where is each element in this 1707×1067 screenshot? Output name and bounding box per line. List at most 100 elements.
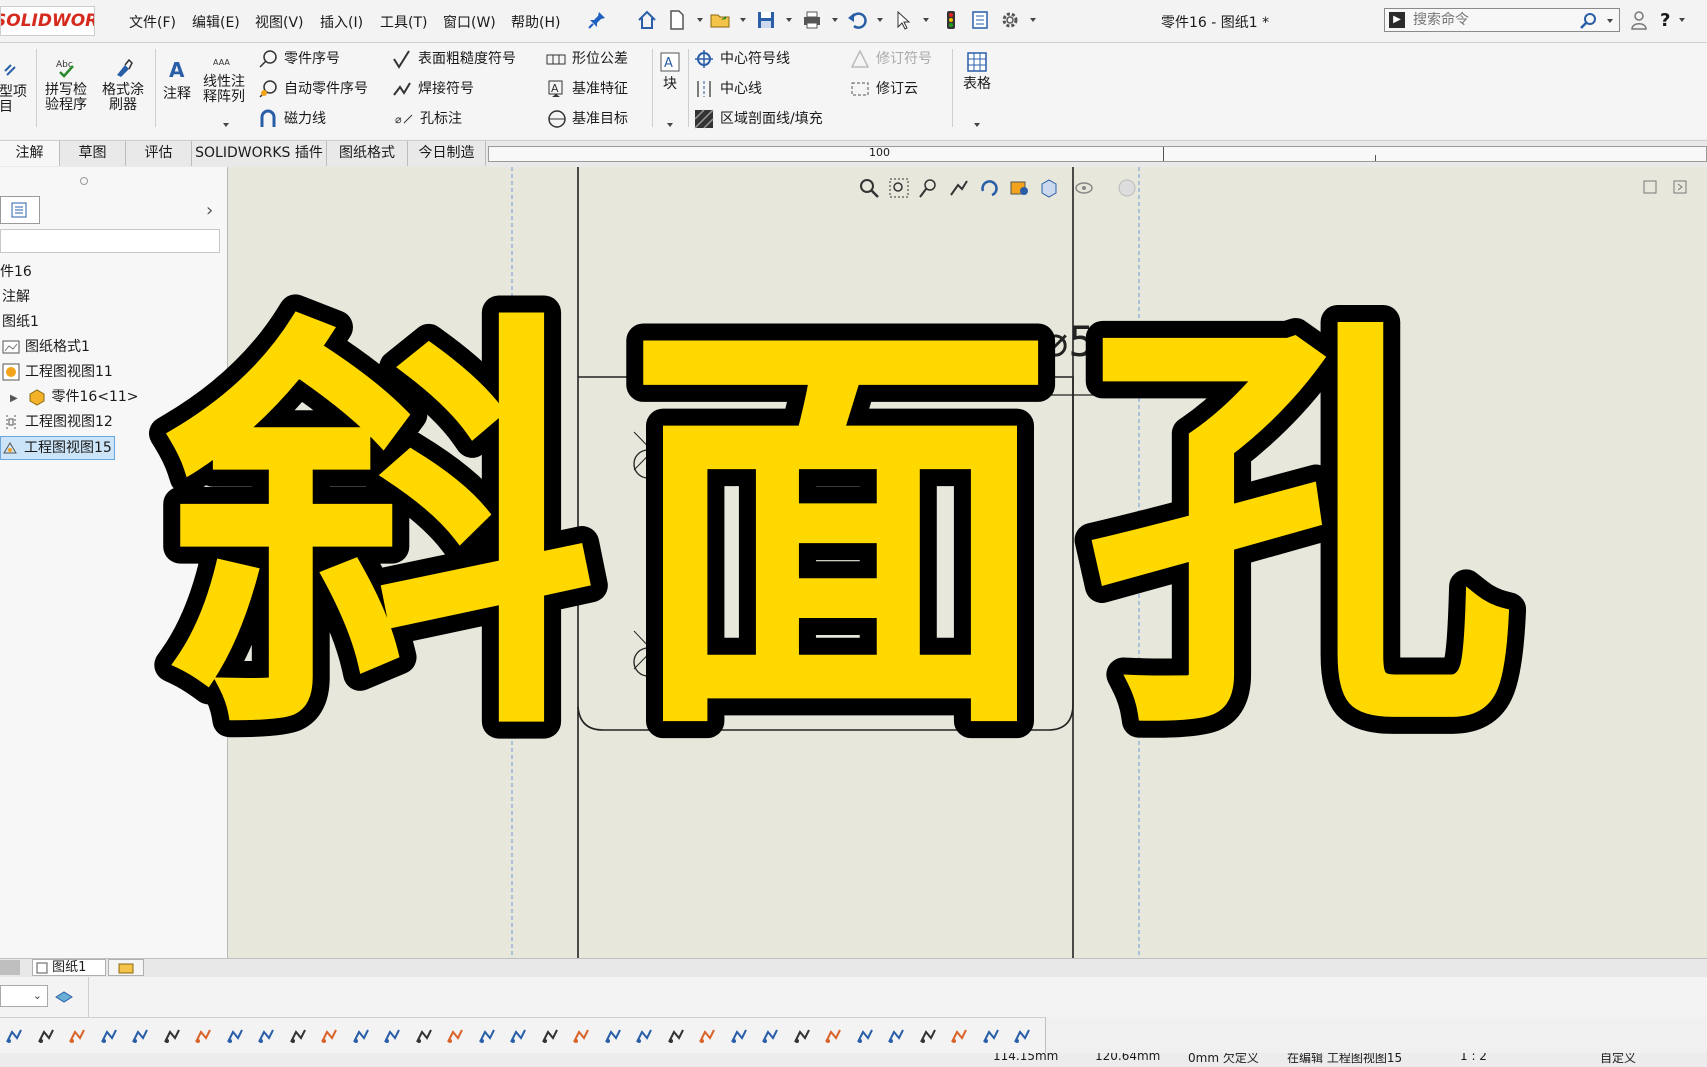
search-icon[interactable] [1580,12,1597,29]
tree-item-part16[interactable]: ▶ 零件16<11> [10,386,139,408]
file-properties-icon[interactable] [969,9,991,31]
center-mark-button[interactable]: 中心符号线 [694,47,790,71]
tab-annotation[interactable]: 注解 [0,141,60,166]
balloon-button[interactable]: 零件序号 [258,47,340,71]
hide-show-items-icon[interactable] [1073,177,1095,199]
select-icon[interactable] [36,1026,56,1046]
spline-icon[interactable] [288,1026,308,1046]
menu-help[interactable]: 帮助(H) [511,12,560,32]
surface-finish-icon[interactable] [540,1026,560,1046]
tab-manufacturing[interactable]: 今日制造 [408,141,486,166]
revision-cloud-button[interactable]: 修订云 [850,77,918,101]
balloon-icon[interactable] [697,1026,717,1046]
centerline-button[interactable]: 中心线 [694,77,762,101]
smart-dimension-icon[interactable] [99,1026,119,1046]
tree-root[interactable]: 件16 [0,261,32,283]
weld-symbol-button[interactable]: 焊接符号 [392,77,474,101]
sketch-fillet-icon[interactable] [225,1026,245,1046]
menu-tools[interactable]: 工具(T) [380,12,427,32]
save-dropdown-arrow[interactable] [786,18,792,22]
tree-item-sheet1[interactable]: 图纸1 [2,311,39,333]
table-button[interactable]: 表格 [957,51,997,92]
rotate-view-icon[interactable] [978,177,1000,199]
tab-solidworks-addins[interactable]: SOLIDWORKS 插件 [192,141,327,166]
menu-insert[interactable]: 插入(I) [320,12,363,32]
options-dropdown-arrow[interactable] [1030,18,1036,22]
trim-icon[interactable] [414,1026,434,1046]
block-icon[interactable] [855,1026,875,1046]
centerline-icon[interactable] [319,1026,339,1046]
revision-icon[interactable] [918,1026,938,1046]
undo-icon[interactable] [846,9,868,31]
search-dropdown-arrow[interactable] [1607,19,1613,23]
magnet-icon[interactable] [666,1026,686,1046]
maximize-window-icon[interactable] [1672,179,1688,195]
save-icon[interactable] [755,9,777,31]
surface-finish-button[interactable]: 表面粗糙度符号 [392,47,516,71]
revision-symbol-button[interactable]: 修订符号 [850,47,932,71]
status-scale[interactable]: 1 : 2 [1460,1053,1487,1063]
hole-callout-row[interactable]: ⌀ 孔标注 [394,107,462,131]
view-orientation-cube-icon[interactable] [1038,177,1060,199]
panel-expand-chevron-icon[interactable]: › [206,200,213,221]
user-account-icon[interactable] [1628,9,1650,31]
mirror-icon[interactable] [445,1026,465,1046]
sheet-nav-button[interactable] [0,960,20,975]
tree-item-drawing-view15[interactable]: 工程图视图15 [0,436,115,460]
select-cursor-icon[interactable] [892,9,914,31]
stack-icon[interactable] [760,1026,780,1046]
flag-icon[interactable] [981,1026,1001,1046]
print-icon[interactable] [801,9,823,31]
solidworks-logo[interactable]: SOLIDWORKS [0,6,95,36]
display-style-dropdown[interactable]: ⌄ [0,985,48,1007]
box-icon[interactable] [256,1026,276,1046]
spell-check-button[interactable]: Abc 拼写检验程序 [40,57,92,113]
help-question-icon[interactable]: ? [1660,10,1670,31]
help-dropdown-arrow[interactable] [1679,18,1685,22]
open-dropdown-arrow[interactable] [740,18,746,22]
new-document-icon[interactable] [666,9,688,31]
pin-icon[interactable] [586,9,608,31]
dynamic-annotation-icon[interactable] [948,177,970,199]
auto-balloon-icon[interactable] [729,1026,749,1046]
format-painter-button[interactable]: 格式涂刷器 [97,57,149,113]
geo-tol-icon[interactable] [571,1026,591,1046]
rebuild-traffic-light-icon[interactable] [940,9,962,31]
select-dropdown-icon[interactable] [67,1026,87,1046]
display-style-icon[interactable] [1008,177,1030,199]
auto-balloon-button[interactable]: 自动零件序号 [258,77,368,101]
tab-evaluate[interactable]: 评估 [126,141,192,166]
tab-sheet-format[interactable]: 图纸格式 [327,141,408,166]
zoom-to-fit-icon[interactable] [858,177,880,199]
geometric-tolerance-button[interactable]: 形位公差 [546,47,628,71]
note-icon[interactable] [634,1026,654,1046]
table-dropdown-arrow[interactable] [974,123,980,127]
previous-view-icon[interactable] [918,177,940,199]
feature-manager-tab[interactable] [0,196,40,224]
weld-icon[interactable] [508,1026,528,1046]
table-icon[interactable] [886,1026,906,1046]
gear-icon[interactable] [1012,1026,1032,1046]
tree-item-sheet-format1[interactable]: 图纸格式1 [2,336,90,358]
tree-filter-input[interactable] [0,229,220,253]
appearance-sphere-icon[interactable] [1116,177,1138,199]
menu-window[interactable]: 窗口(W) [443,12,496,32]
layer-icon[interactable] [54,987,74,1005]
status-units[interactable]: 自定义 [1600,1053,1636,1066]
menu-view[interactable]: 视图(V) [255,12,304,32]
undo-dropdown-arrow[interactable] [877,18,883,22]
center-mark-icon[interactable] [792,1026,812,1046]
menu-edit[interactable]: 编辑(E) [192,12,240,32]
zoom-area-icon[interactable] [888,177,910,199]
linear-note-pattern-button[interactable]: AAA 线性注释阵列 [198,55,250,105]
layer-icon[interactable] [949,1026,969,1046]
search-input[interactable] [1413,11,1563,29]
area-hatch-fill-button[interactable]: 区域剖面线/填充 [694,107,823,131]
expand-arrow-icon[interactable]: ▶ [10,388,24,410]
datum-target-button[interactable]: 基准目标 [546,107,628,131]
sheet-tab-sheet1[interactable]: 图纸1 [32,959,106,976]
tree-item-drawing-view11[interactable]: 工程图视图11 [2,361,113,383]
magnetic-line-button[interactable]: 磁力线 [258,107,326,131]
datum-icon[interactable] [603,1026,623,1046]
panel-splitter-handle[interactable] [80,177,88,185]
